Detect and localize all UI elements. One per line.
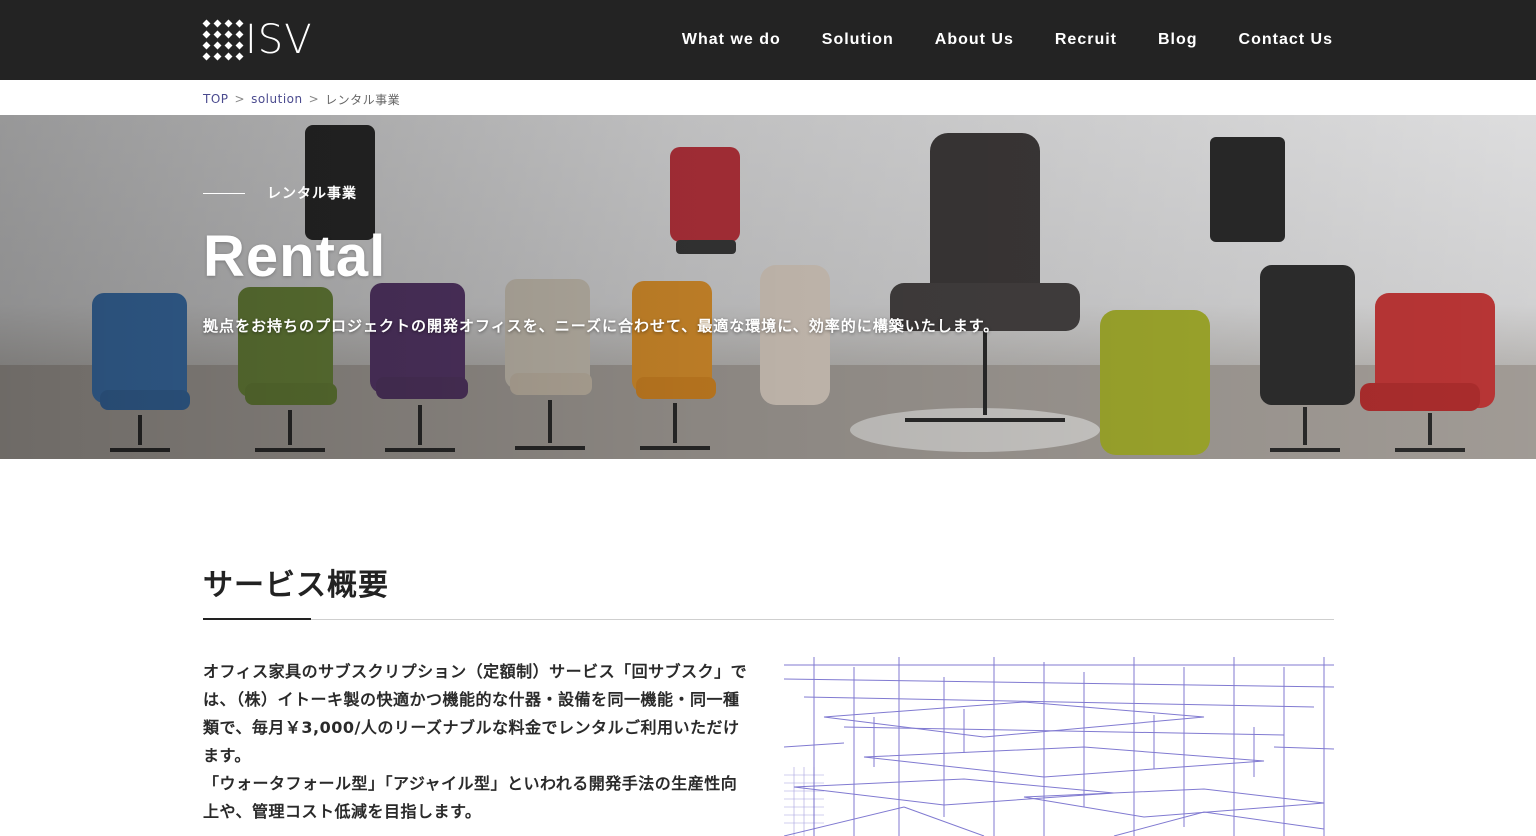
logo-diamond-icon bbox=[202, 19, 244, 61]
service-paragraph: オフィス家具のサブスクリプション（定額制）サービス「回サブスク」では、（株）イト… bbox=[203, 662, 748, 765]
nav-item-contact-us[interactable]: Contact Us bbox=[1239, 31, 1333, 49]
breadcrumb-current: レンタル事業 bbox=[325, 92, 401, 107]
section-divider bbox=[203, 619, 1334, 620]
logo-link[interactable]: ISV bbox=[202, 17, 313, 63]
main-nav: What we do Solution About Us Recruit Blo… bbox=[682, 0, 1333, 80]
hero-kicker-text: レンタル事業 bbox=[267, 186, 357, 202]
breadcrumb-solution-link[interactable]: solution bbox=[251, 92, 303, 106]
hero-banner: レンタル事業 Rental 拠点をお持ちのプロジェクトの開発オフィスを、ニーズに… bbox=[0, 115, 1536, 459]
hero-lead: 拠点をお持ちのプロジェクトの開発オフィスを、ニーズに合わせて、最適な環境に、効率… bbox=[203, 317, 1000, 335]
hero-kicker: レンタル事業 bbox=[203, 183, 357, 203]
kicker-line bbox=[203, 192, 245, 194]
nav-item-blog[interactable]: Blog bbox=[1158, 31, 1198, 49]
section-title: サービス概要 bbox=[203, 568, 389, 603]
service-description: オフィス家具のサブスクリプション（定額制）サービス「回サブスク」では、（株）イト… bbox=[203, 658, 753, 826]
nav-item-recruit[interactable]: Recruit bbox=[1055, 31, 1117, 49]
breadcrumb-separator: > bbox=[234, 92, 246, 106]
breadcrumb: TOP > solution > レンタル事業 bbox=[203, 90, 400, 108]
breadcrumb-top-link[interactable]: TOP bbox=[203, 92, 229, 106]
site-header: ISV What we do Solution About Us Recruit… bbox=[0, 0, 1536, 80]
nav-item-about-us[interactable]: About Us bbox=[935, 31, 1014, 49]
section-divider-accent bbox=[203, 618, 311, 620]
office-wireframe-illustration bbox=[784, 657, 1334, 836]
breadcrumb-separator: > bbox=[308, 92, 320, 106]
logo-text: ISV bbox=[245, 17, 313, 63]
nav-item-what-we-do[interactable]: What we do bbox=[682, 31, 781, 49]
service-paragraph: 「ウォータフォール型」「アジャイル型」といわれる開発手法の生産性向上や、管理コス… bbox=[203, 774, 738, 821]
hero-title: Rental bbox=[203, 224, 387, 289]
wireframe-drawing bbox=[784, 657, 1334, 836]
nav-item-solution[interactable]: Solution bbox=[822, 31, 894, 49]
